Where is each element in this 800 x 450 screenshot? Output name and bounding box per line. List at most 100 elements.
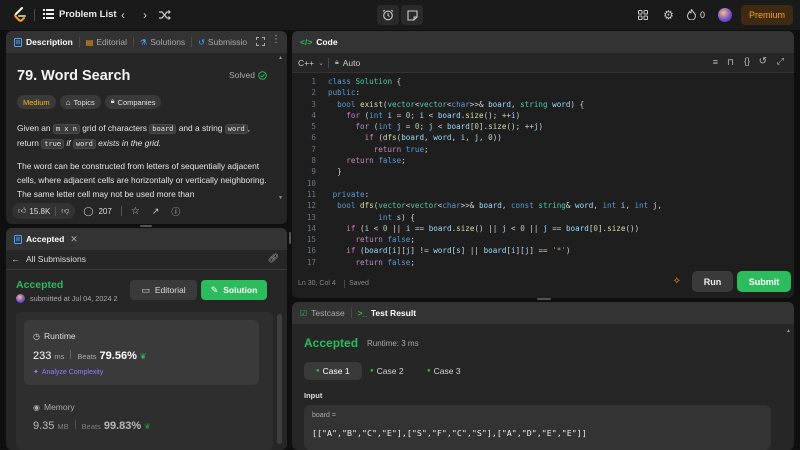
link-icon[interactable]: 🔗︎ bbox=[268, 253, 279, 264]
case-tab-1[interactable]: ● Case 1 bbox=[304, 362, 362, 380]
premium-button[interactable]: Premium bbox=[741, 5, 793, 25]
horizontal-resize-handle[interactable] bbox=[289, 232, 291, 244]
tab-testcase[interactable]: ☑ Testcase bbox=[300, 308, 345, 318]
memory-card[interactable]: ◉ Memory 9.35 MB Beats 99.83% ❦ bbox=[24, 393, 259, 450]
lock-icon: 🔒︎ bbox=[110, 98, 115, 105]
back-arrow-icon: ← bbox=[11, 254, 20, 264]
more-options-icon[interactable]: ⋮ bbox=[271, 34, 281, 45]
tab-description[interactable]: Description bbox=[14, 37, 73, 47]
companies-tag[interactable]: 🔒︎ Companies bbox=[104, 95, 162, 109]
vertical-resize-handle-right[interactable] bbox=[537, 298, 551, 300]
result-status: Accepted bbox=[304, 336, 359, 350]
check-circle-icon bbox=[258, 70, 267, 80]
maximize-icon[interactable] bbox=[255, 36, 265, 46]
tab-testcase-label: Testcase bbox=[311, 308, 345, 318]
topics-tag[interactable]: ⌂ Topics bbox=[59, 95, 101, 109]
run-button[interactable]: Run bbox=[692, 271, 733, 292]
close-tab-icon[interactable]: ✕ bbox=[70, 234, 78, 245]
status-divider bbox=[344, 280, 345, 288]
debug-icon[interactable]: ✧ bbox=[673, 276, 681, 287]
editor-scrollbar[interactable] bbox=[786, 76, 791, 266]
star-icon[interactable]: ☆ bbox=[131, 206, 140, 217]
problem-title: 79. Word Search bbox=[17, 68, 131, 84]
case-tab-3[interactable]: ● Case 3 bbox=[415, 362, 473, 380]
settings-gear-icon[interactable]: ⚙ bbox=[662, 8, 675, 22]
autocomplete-toggle[interactable]: 🔒︎ Auto bbox=[335, 58, 360, 68]
leaf-icon: ❦ bbox=[139, 352, 147, 361]
notes-list-icon[interactable]: ≡ bbox=[713, 57, 718, 67]
comments-button[interactable]: ◯ 207 bbox=[83, 206, 111, 217]
solution-button-label: Solution bbox=[223, 285, 258, 295]
tab-editorial[interactable]: ▤ Editorial bbox=[86, 37, 127, 47]
shuffle-icon[interactable] bbox=[158, 8, 172, 22]
difficulty-badge: Medium bbox=[17, 95, 56, 109]
input-label: Input bbox=[304, 391, 323, 400]
vertical-resize-handle-left[interactable] bbox=[140, 225, 152, 227]
problem-list-button[interactable]: Problem List bbox=[42, 8, 117, 20]
editorial-button-label: Editorial bbox=[154, 285, 186, 295]
accepted-scrollbar[interactable] bbox=[277, 314, 282, 444]
cursor-position: Ln 30, Col 4 bbox=[298, 280, 336, 287]
editorial-button[interactable]: ▭ Editorial bbox=[130, 280, 197, 300]
editor-status-bar: Ln 30, Col 4 Saved ✧ Run Submit bbox=[292, 268, 794, 298]
notes-button[interactable] bbox=[401, 5, 423, 25]
leaf-icon: ❦ bbox=[144, 422, 151, 431]
user-avatar[interactable] bbox=[718, 8, 732, 22]
autocomplete-label: Auto bbox=[342, 58, 361, 68]
input-var-value: [["A","B","C","E"],["S","F","C","S"],["A… bbox=[312, 428, 587, 438]
solved-label: Solved bbox=[229, 70, 255, 80]
tab-solutions-label: Solutions bbox=[150, 37, 186, 47]
statement-paragraph-1: Given an m x n grid of characters board … bbox=[17, 123, 250, 149]
expand-icon[interactable]: ⤢ bbox=[777, 56, 784, 67]
solution-button[interactable]: ✎ Solution bbox=[201, 280, 267, 300]
tab-code[interactable]: </> Code bbox=[300, 37, 338, 47]
case-2-label: Case 2 bbox=[376, 366, 404, 376]
description-panel: Description ▤ Editorial ⚗ Solutions ↺ Su… bbox=[6, 31, 287, 224]
thumbs-down-icon[interactable]: 👎︎ bbox=[61, 206, 69, 216]
beats-label: Beats bbox=[81, 422, 101, 431]
companies-label: Companies bbox=[117, 97, 156, 107]
language-select[interactable]: C++ ⌄ bbox=[298, 58, 324, 68]
prev-problem-icon[interactable]: ‹ bbox=[117, 8, 129, 22]
next-problem-icon[interactable]: › bbox=[139, 8, 151, 22]
tab-code-label: Code bbox=[316, 37, 338, 47]
input-var-name: board = bbox=[312, 412, 336, 419]
pass-dot: ● bbox=[370, 368, 374, 374]
help-icon[interactable]: ⓘ bbox=[171, 205, 180, 218]
runtime-card[interactable]: ◷ Runtime 233 ms Beats 79.56% ❦ ✦ Analyz… bbox=[24, 320, 259, 385]
book-icon: ▭ bbox=[141, 284, 150, 295]
beats-label: Beats bbox=[77, 352, 97, 361]
description-scrollbar[interactable]: ▲ ▼ bbox=[278, 55, 283, 201]
streak-count: 0 bbox=[700, 9, 706, 20]
problem-list-label: Problem List bbox=[59, 8, 117, 20]
analyze-complexity-link[interactable]: ✦ Analyze Complexity bbox=[33, 368, 103, 377]
chip-icon: ◉ bbox=[33, 402, 40, 412]
tab-editorial-label: Editorial bbox=[96, 37, 128, 47]
clock-icon: ◷ bbox=[33, 331, 40, 341]
code-panel: </> Code C++ ⌄ 🔒︎ Auto ≡ ⊓ {} ↺ ⤢ 1 class… bbox=[292, 31, 794, 298]
reset-icon[interactable]: ↺ bbox=[759, 56, 767, 67]
save-status: Saved bbox=[349, 280, 369, 287]
result-scrollbar[interactable]: ▲ bbox=[786, 328, 791, 446]
code-editor[interactable]: 1 class Solution { 2 public: 3 bool exist(… bbox=[292, 76, 782, 268]
tab-accepted[interactable]: Accepted ✕ bbox=[14, 234, 78, 245]
case-1-label: Case 1 bbox=[322, 366, 350, 376]
streak-counter[interactable]: 0 bbox=[687, 9, 705, 20]
pass-dot: ● bbox=[316, 368, 320, 374]
layout-grid-icon[interactable] bbox=[637, 9, 649, 21]
like-button[interactable]: 👍︎ 15.8K 👎︎ bbox=[12, 203, 76, 219]
submit-button[interactable]: Submit bbox=[737, 271, 791, 292]
all-submissions-link[interactable]: ← All Submissions bbox=[11, 254, 86, 264]
case-tab-2[interactable]: ● Case 2 bbox=[358, 362, 416, 380]
timer-button[interactable] bbox=[377, 5, 399, 25]
result-tab-bar: ☑ Testcase >_ Test Result bbox=[292, 302, 794, 324]
tab-solutions[interactable]: ⚗ Solutions bbox=[140, 37, 185, 47]
like-count: 15.8K bbox=[29, 206, 51, 216]
format-braces-icon[interactable]: {} bbox=[744, 56, 750, 66]
share-icon[interactable]: ↗ bbox=[152, 206, 160, 217]
tab-submissions[interactable]: ↺ Submissio bbox=[198, 37, 247, 47]
tab-test-result[interactable]: >_ Test Result bbox=[358, 308, 416, 318]
leetcode-logo-icon[interactable] bbox=[12, 7, 28, 23]
bookmark-icon[interactable]: ⊓ bbox=[727, 57, 734, 68]
reaction-bar: 👍︎ 15.8K 👎︎ ◯ 207 ☆ ↗ ⓘ bbox=[6, 198, 287, 224]
